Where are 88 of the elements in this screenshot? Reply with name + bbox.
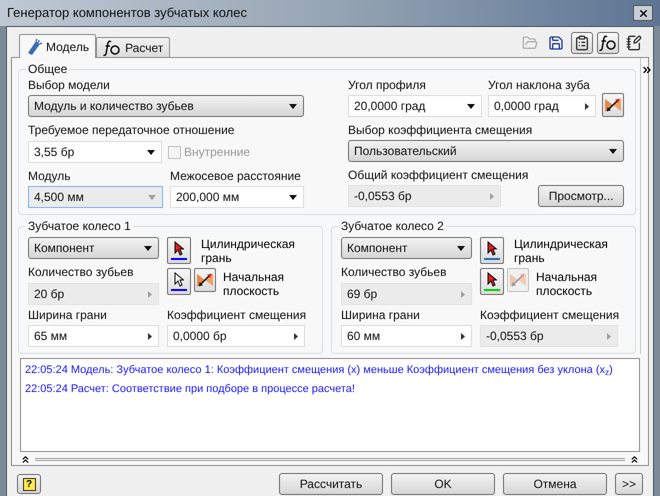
toolbar-button[interactable] [571, 32, 593, 54]
select-button[interactable] [480, 268, 504, 295]
save-icon [548, 35, 564, 51]
group-title: Общее [27, 61, 68, 78]
selector-label: Начальная плоскость [536, 270, 598, 298]
expand-arrow-icon [461, 332, 465, 340]
window-title: Генератор компонентов зубчатых колес [7, 4, 247, 22]
cursor-icon [487, 272, 497, 287]
dropdown-arrow-icon [609, 148, 617, 154]
combo-box[interactable]: 3,55 бр [28, 141, 162, 163]
group-title: Зубчатое колесо 1 [27, 218, 132, 235]
expand-arrow-icon [461, 290, 465, 298]
combo-box[interactable]: 200,000 мм [170, 186, 304, 208]
dialog-button[interactable]: Рассчитать [279, 473, 383, 495]
flip-button[interactable] [602, 93, 624, 117]
field-label: Общий коэффициент смещения [348, 168, 528, 182]
field-label: Коэффициент смещения [480, 308, 620, 322]
message-text: Расчет: Соответствие при подборе в процессе расчета! [70, 382, 355, 397]
dropdown-arrow-icon [147, 150, 155, 154]
dropdown-arrow-icon [148, 194, 156, 200]
preview-button[interactable]: Просмотр... [538, 185, 624, 207]
help-button[interactable]: ? [17, 474, 41, 494]
field-label: Выбор коэффициента смещения [348, 123, 534, 137]
field-label: Модуль [28, 169, 72, 183]
number-field[interactable]: 0,0000 бр [167, 325, 305, 347]
number-field[interactable]: 60 мм [341, 325, 472, 347]
toolbar-button[interactable] [597, 32, 619, 54]
expand-icon[interactable] [641, 64, 653, 76]
dropdown-arrow-icon [467, 104, 475, 108]
message-time: 22:05:24 [25, 382, 68, 397]
select-button[interactable] [480, 237, 504, 264]
message-time: 22:05:24 [25, 363, 68, 378]
field-label: Выбор модели [28, 78, 111, 92]
field-label: Ширина грани [341, 308, 421, 322]
dropdown[interactable]: Пользовательский [348, 140, 624, 162]
gear-rack-icon [26, 38, 42, 54]
tab[interactable]: Модель [19, 34, 96, 58]
selector-label: Цилиндрическая грань [201, 237, 296, 265]
expand-arrow-icon [585, 102, 589, 110]
expand-arrow-icon [294, 332, 298, 340]
expand-arrow-icon [148, 332, 152, 340]
expand-arrow-icon [148, 290, 152, 298]
flip-direction-icon [196, 271, 214, 289]
dialog-button[interactable]: OK [391, 473, 495, 495]
field-label: Угол наклона зуба [488, 78, 591, 92]
field-label: Угол профиля [348, 78, 427, 92]
dropdown[interactable]: Компонент [341, 237, 472, 259]
selector-label: Начальная плоскость [223, 270, 286, 298]
dropdown[interactable]: Модуль и количество зубьев [28, 95, 304, 117]
dropdown-arrow-icon [289, 104, 297, 108]
tab[interactable]: Расчет [96, 37, 170, 57]
combo-box[interactable]: 20,0000 град [348, 95, 482, 117]
number-field[interactable]: 0,0000 град [488, 95, 596, 117]
flip-direction-icon [604, 96, 622, 114]
message-text: Модель: Зубчатое колесо 1: Коэффициент смещения (x) меньше Коэффициент смещения без уклона (x$_{z}$) [70, 363, 613, 378]
expand-arrow-icon [490, 192, 494, 200]
flip-direction-icon [509, 271, 527, 289]
field-label: Ширина грани [28, 308, 108, 322]
field-label: Межосевое расстояние [170, 169, 302, 183]
dropdown-arrow-icon [289, 194, 297, 200]
function-icon [599, 35, 617, 51]
cursor-icon [487, 241, 497, 256]
select-button[interactable] [167, 237, 191, 264]
dropdown[interactable]: Компонент [28, 237, 159, 259]
expand-arrow-icon [607, 332, 611, 340]
field-label: Коэффициент смещения [167, 308, 306, 322]
cursor-icon [174, 241, 184, 256]
field-label: Количество зубьев [341, 265, 448, 279]
clipboard-icon [574, 35, 590, 51]
close-icon [638, 8, 648, 18]
cursor-icon [174, 272, 184, 287]
collapse-icon[interactable] [629, 454, 640, 465]
number-field[interactable]: 65 мм [28, 325, 159, 347]
function-icon [103, 40, 122, 56]
dialog-button[interactable]: Отмена [503, 473, 607, 495]
notepad-icon [626, 35, 642, 51]
collapse-icon[interactable] [20, 454, 31, 465]
field-label: Требуемое передаточное отношение [28, 123, 236, 137]
dropdown-arrow-icon [144, 246, 152, 250]
field-label: Количество зубьев [28, 265, 134, 279]
close-button[interactable] [633, 5, 653, 21]
dropdown-arrow-icon [457, 246, 465, 250]
select-button[interactable] [167, 268, 191, 295]
flip-button[interactable] [194, 268, 216, 292]
folder-icon [522, 35, 538, 51]
group-title: Зубчатое колесо 2 [340, 218, 445, 235]
selector-label: Цилиндрическая грань [514, 237, 609, 265]
more-button[interactable]: >> [615, 473, 643, 495]
